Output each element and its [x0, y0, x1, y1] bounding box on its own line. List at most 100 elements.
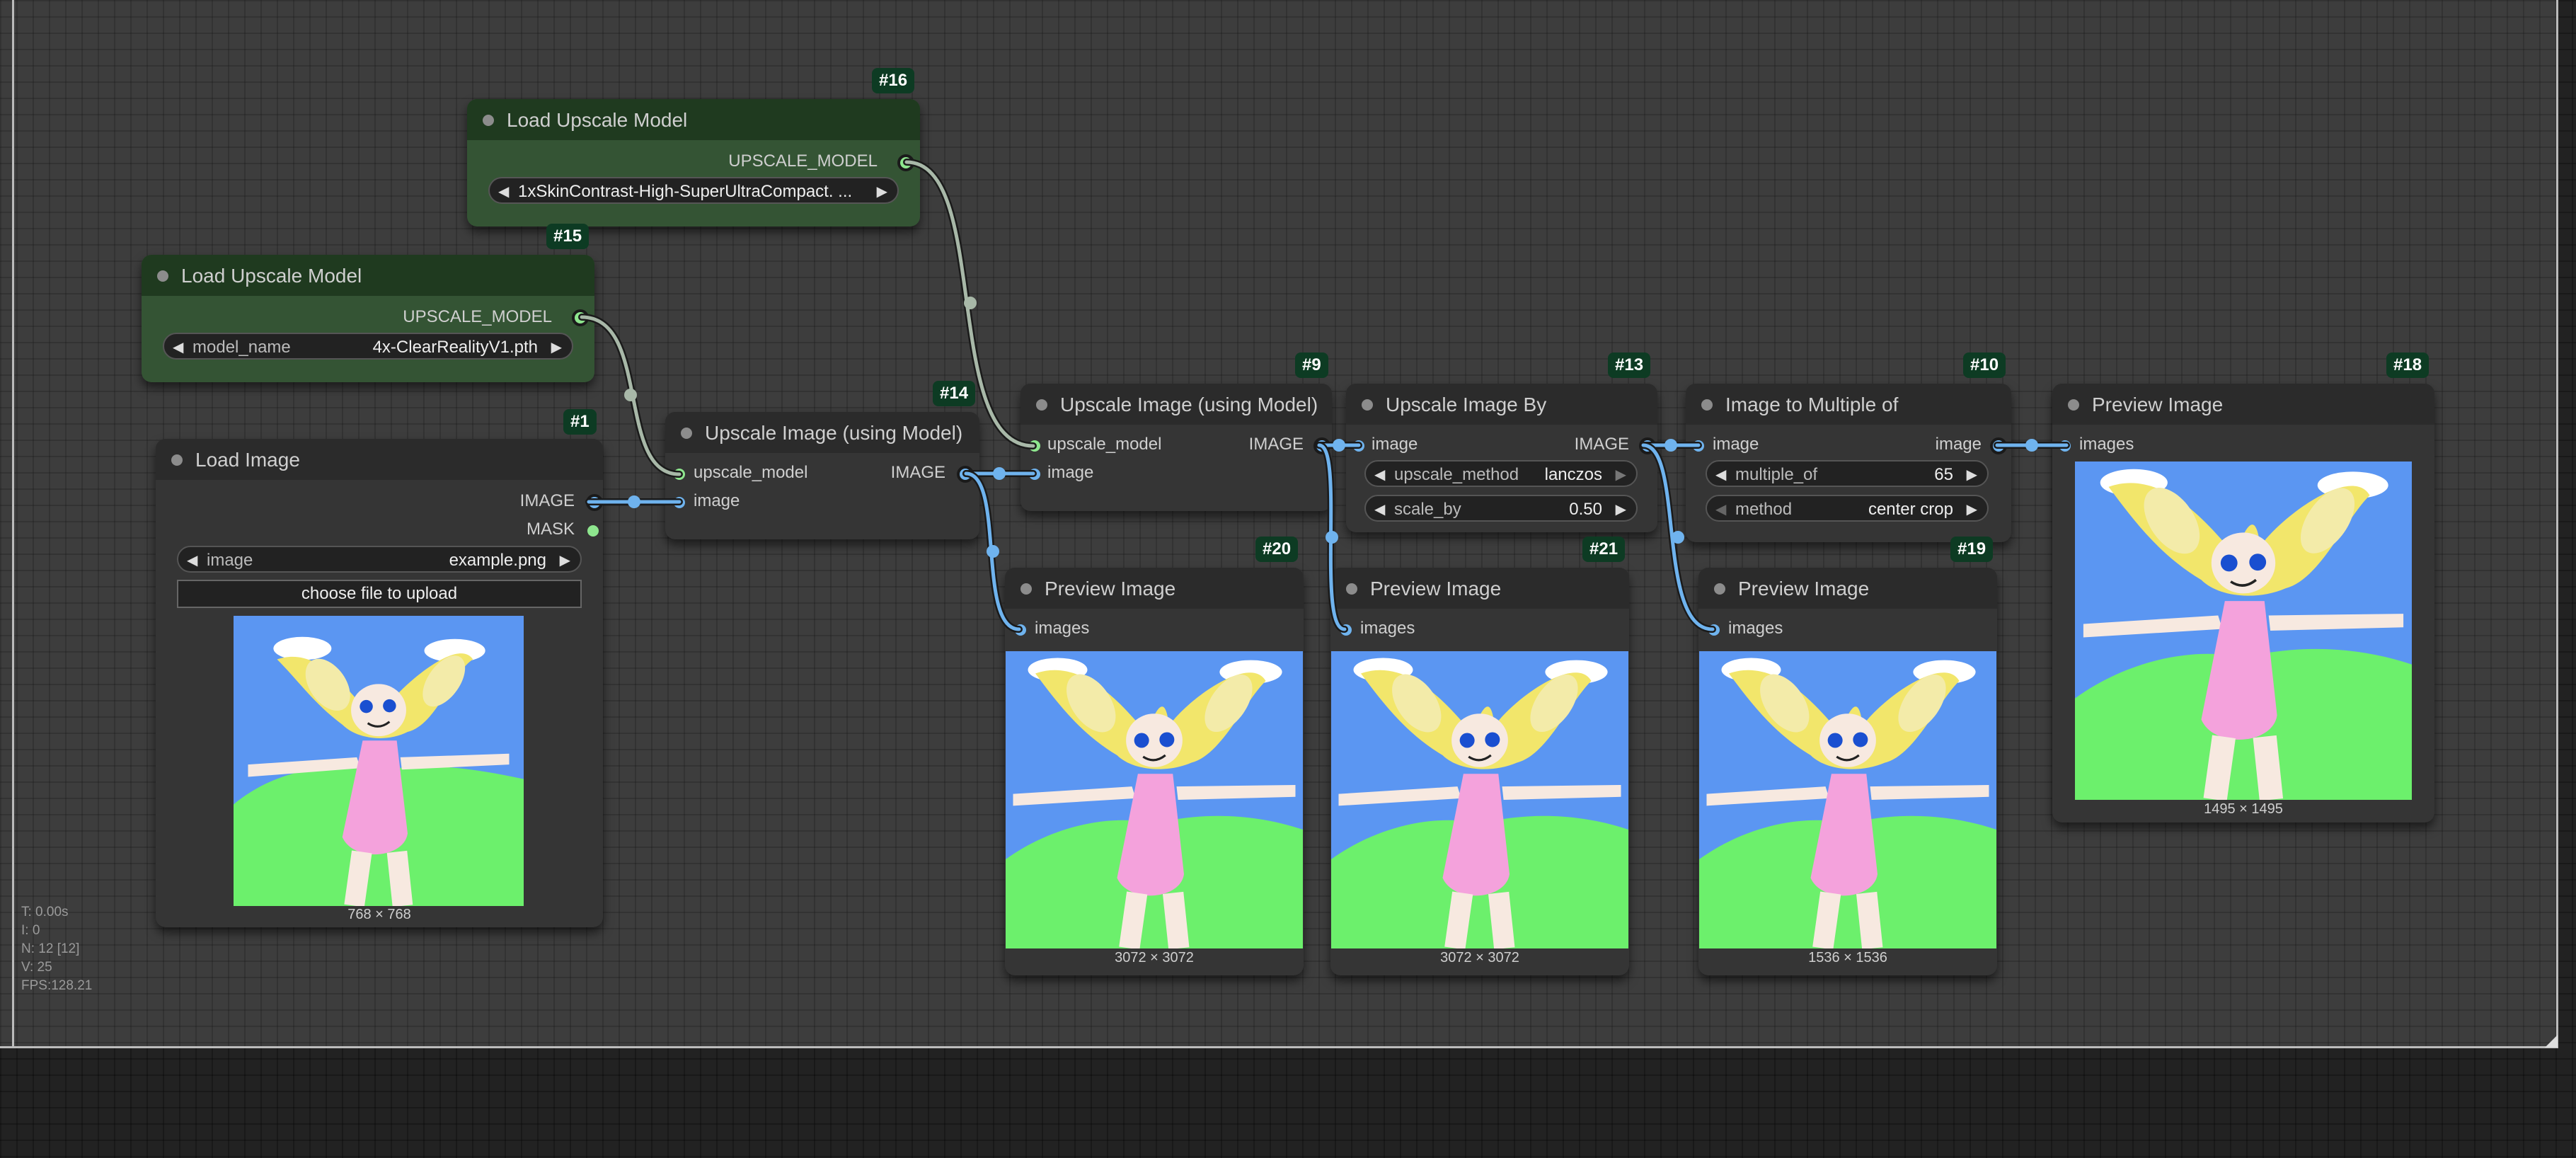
- node-load-upscale-model-15[interactable]: Load Upscale Model UPSCALE_MODEL ◀ model…: [142, 255, 594, 382]
- input-label-images: images: [2079, 435, 2134, 454]
- number-value: 65: [1934, 465, 1953, 484]
- output-port-upscale-model[interactable]: [900, 157, 912, 168]
- method-combo[interactable]: ◀ method center crop ▶: [1706, 495, 1989, 522]
- arrow-left-icon[interactable]: ◀: [498, 183, 509, 200]
- arrow-left-icon[interactable]: ◀: [187, 551, 197, 569]
- arrow-right-icon[interactable]: ▶: [877, 183, 887, 200]
- input-port-images[interactable]: [1340, 624, 1352, 636]
- node-id-badge: #16: [872, 68, 915, 93]
- resize-corner-icon[interactable]: [2545, 1035, 2558, 1048]
- input-port-images[interactable]: [2059, 440, 2071, 452]
- input-port-images[interactable]: [1015, 624, 1026, 636]
- arrow-right-icon[interactable]: ▶: [560, 551, 570, 569]
- node-header[interactable]: Preview Image: [1698, 568, 1997, 609]
- output-port-image[interactable]: [960, 469, 971, 480]
- drawing-svg: [1699, 651, 1996, 948]
- output-label: UPSCALE_MODEL: [403, 307, 552, 326]
- stat-i: I: 0: [21, 923, 40, 938]
- input-port-upscale-model[interactable]: [1029, 440, 1040, 452]
- node-preview-image-20[interactable]: Preview Image images 3072 × 3072: [1005, 568, 1304, 975]
- node-collapse-dot-icon[interactable]: [483, 115, 494, 126]
- output-port-image[interactable]: [1642, 440, 1653, 452]
- arrow-left-icon[interactable]: ◀: [173, 338, 183, 356]
- node-header[interactable]: Preview Image: [1005, 568, 1304, 609]
- node-collapse-dot-icon[interactable]: [1036, 399, 1047, 411]
- node-header[interactable]: Load Upscale Model: [142, 255, 594, 296]
- node-collapse-dot-icon[interactable]: [1020, 583, 1032, 595]
- node-collapse-dot-icon[interactable]: [1714, 583, 1725, 595]
- output-port-mask[interactable]: [587, 525, 599, 537]
- arrow-right-icon[interactable]: ▶: [551, 338, 562, 356]
- input-port-image[interactable]: [1693, 440, 1704, 452]
- node-header[interactable]: Preview Image: [1330, 568, 1629, 609]
- arrow-right-icon[interactable]: ▶: [1967, 500, 1977, 518]
- upscale-method-combo[interactable]: ◀ upscale_method lanczos ▶: [1364, 460, 1638, 487]
- node-upscale-image-using-model-9[interactable]: Upscale Image (using Model) upscale_mode…: [1020, 384, 1332, 511]
- node-header[interactable]: Load Upscale Model: [467, 99, 920, 140]
- preview-image[interactable]: [2075, 462, 2412, 800]
- model-name-combo[interactable]: ◀ 1xSkinContrast-High-SuperUltraCompact.…: [488, 177, 899, 204]
- upload-button[interactable]: choose file to upload: [177, 580, 582, 608]
- node-image-to-multiple-of-10[interactable]: Image to Multiple of image image ◀ multi…: [1686, 384, 2011, 542]
- node-upscale-image-using-model-14[interactable]: Upscale Image (using Model) upscale_mode…: [665, 412, 979, 539]
- preview-image: [234, 616, 524, 906]
- scale-by-number[interactable]: ◀ scale_by 0.50 ▶: [1364, 495, 1638, 522]
- combo-value: example.png: [449, 551, 546, 570]
- number-label: multiple_of: [1735, 465, 1818, 484]
- output-port-image[interactable]: [589, 497, 600, 508]
- node-preview-image-18[interactable]: Preview Image images 1495 × 1495: [2052, 384, 2434, 822]
- node-id-badge: #20: [1255, 537, 1299, 562]
- node-header[interactable]: Upscale Image (using Model): [665, 412, 979, 453]
- arrow-left-icon[interactable]: ◀: [1374, 466, 1385, 483]
- preview-image[interactable]: [1331, 651, 1628, 948]
- input-port-image[interactable]: [674, 497, 685, 508]
- node-header[interactable]: Image to Multiple of: [1686, 384, 2011, 425]
- combo-value: center crop: [1868, 500, 1953, 519]
- output-port-image[interactable]: [1316, 440, 1328, 452]
- output-port-upscale-model[interactable]: [575, 312, 586, 323]
- input-port-image[interactable]: [1353, 440, 1364, 452]
- node-header[interactable]: Load Image: [156, 439, 603, 480]
- node-collapse-dot-icon[interactable]: [171, 454, 183, 466]
- node-header[interactable]: Preview Image: [2052, 384, 2434, 425]
- node-upscale-image-by-13[interactable]: Upscale Image By image IMAGE ◀ upscale_m…: [1346, 384, 1657, 532]
- combo-value: lanczos: [1544, 465, 1602, 484]
- drawing-svg: [1331, 651, 1628, 948]
- arrow-left-icon[interactable]: ◀: [1374, 500, 1385, 518]
- input-port-upscale-model[interactable]: [674, 469, 685, 480]
- node-header[interactable]: Upscale Image By: [1346, 384, 1657, 425]
- arrow-right-icon[interactable]: ▶: [1616, 500, 1626, 518]
- multiple-of-number[interactable]: ◀ multiple_of 65 ▶: [1706, 460, 1989, 487]
- node-title: Preview Image: [1738, 578, 1870, 600]
- node-collapse-dot-icon[interactable]: [681, 428, 692, 439]
- node-collapse-dot-icon[interactable]: [1346, 583, 1357, 595]
- arrow-right-icon[interactable]: ▶: [1967, 466, 1977, 483]
- node-id-badge: #14: [933, 381, 976, 406]
- input-port-image[interactable]: [1029, 469, 1040, 480]
- node-load-upscale-model-16[interactable]: Load Upscale Model UPSCALE_MODEL ◀ 1xSki…: [467, 99, 920, 227]
- node-load-image-1[interactable]: Load Image IMAGE MASK ◀ image example.pn…: [156, 439, 603, 927]
- output-port-image[interactable]: [1993, 440, 2004, 452]
- preview-image[interactable]: [1699, 651, 1996, 948]
- number-label: scale_by: [1394, 500, 1461, 519]
- preview-image[interactable]: [1006, 651, 1303, 948]
- node-preview-image-21[interactable]: Preview Image images 3072 × 3072: [1330, 568, 1629, 975]
- image-size-label: 3072 × 3072: [1115, 950, 1194, 965]
- node-collapse-dot-icon[interactable]: [2068, 399, 2079, 411]
- input-label-image: image: [694, 491, 740, 510]
- node-header[interactable]: Upscale Image (using Model): [1020, 384, 1332, 425]
- input-port-images[interactable]: [1708, 624, 1720, 636]
- model-name-combo[interactable]: ◀ model_name 4x-ClearRealityV1.pth ▶: [163, 333, 573, 360]
- input-label-images: images: [1360, 619, 1415, 638]
- node-collapse-dot-icon[interactable]: [1701, 399, 1713, 411]
- node-id-badge: #9: [1295, 352, 1328, 378]
- node-title: Upscale Image By: [1386, 394, 1547, 415]
- node-preview-image-19[interactable]: Preview Image images 1536 × 1536: [1698, 568, 1997, 975]
- arrow-left-icon[interactable]: ◀: [1715, 466, 1726, 483]
- arrow-right-icon[interactable]: ▶: [1616, 466, 1626, 483]
- node-id-badge: #13: [1608, 352, 1651, 378]
- node-collapse-dot-icon[interactable]: [157, 270, 168, 282]
- image-combo[interactable]: ◀ image example.png ▶: [177, 546, 582, 573]
- arrow-left-icon[interactable]: ◀: [1715, 500, 1726, 518]
- node-collapse-dot-icon[interactable]: [1362, 399, 1373, 411]
